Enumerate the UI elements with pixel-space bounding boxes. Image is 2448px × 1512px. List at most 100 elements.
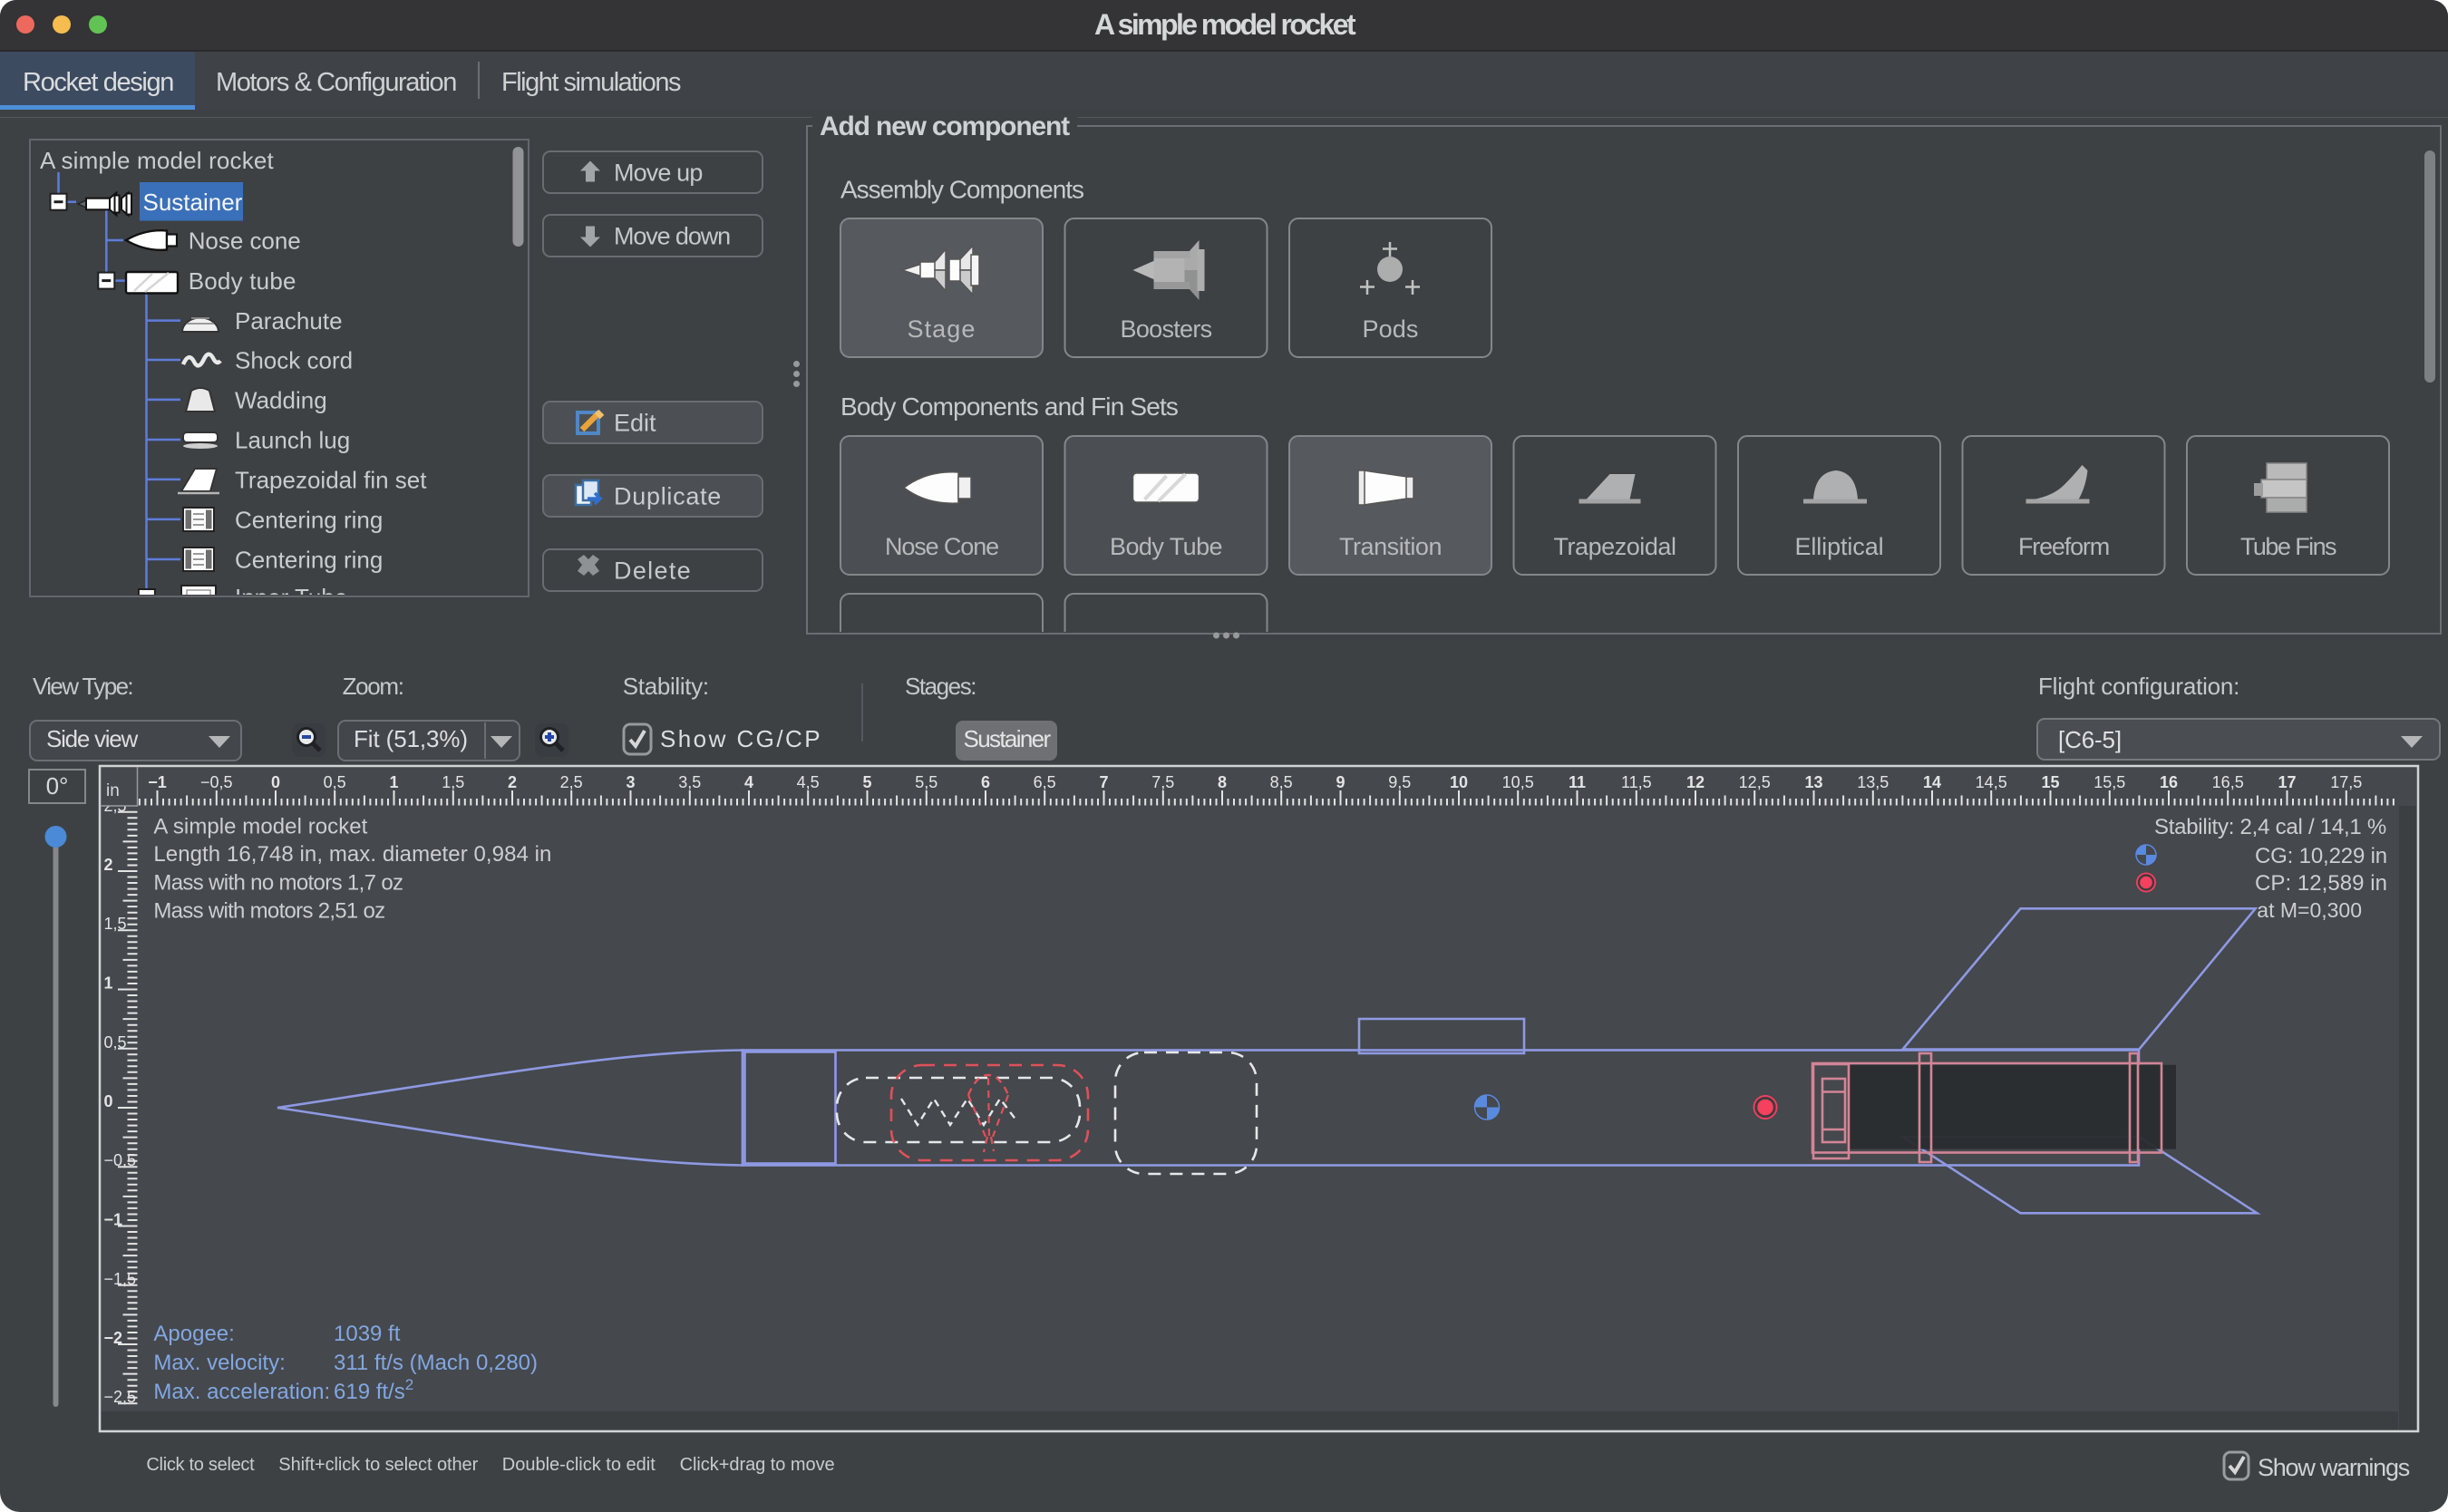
- svg-text:9: 9: [1336, 773, 1345, 791]
- svg-text:3: 3: [626, 773, 635, 791]
- svg-text:6,5: 6,5: [1034, 773, 1056, 791]
- svg-text:10: 10: [1450, 773, 1468, 791]
- svg-text:0: 0: [104, 1092, 113, 1110]
- svg-text:Pods: Pods: [1363, 315, 1419, 343]
- svg-text:0°: 0°: [46, 772, 69, 800]
- svg-text:311 ft/s (Mach 0,280): 311 ft/s (Mach 0,280): [334, 1351, 538, 1375]
- svg-text:Shock cord: Shock cord: [235, 346, 353, 373]
- svg-text:15,5: 15,5: [2093, 773, 2125, 791]
- svg-text:Wadding: Wadding: [235, 386, 327, 413]
- svg-text:Trapezoidal fin set: Trapezoidal fin set: [235, 466, 427, 493]
- svg-text:−1,5: −1,5: [104, 1270, 137, 1288]
- svg-text:14,5: 14,5: [1976, 773, 2007, 791]
- svg-text:6: 6: [981, 773, 990, 791]
- svg-text:10,5: 10,5: [1502, 773, 1534, 791]
- svg-text:Assembly Components: Assembly Components: [840, 176, 1083, 204]
- svg-text:Show CG/CP: Show CG/CP: [660, 725, 822, 752]
- svg-text:1,5: 1,5: [442, 773, 464, 791]
- svg-text:Boosters: Boosters: [1121, 315, 1212, 343]
- svg-text:Sustainer: Sustainer: [964, 725, 1052, 752]
- svg-text:A simple model rocket: A simple model rocket: [40, 147, 275, 174]
- svg-text:−2: −2: [104, 1329, 123, 1347]
- svg-text:Sustainer: Sustainer: [143, 189, 243, 216]
- svg-text:Trapezoidal: Trapezoidal: [1553, 533, 1676, 560]
- svg-text:Nose cone: Nose cone: [189, 228, 301, 255]
- svg-text:CP: 12,589 in: CP: 12,589 in: [2255, 871, 2387, 896]
- svg-text:Tube Fins: Tube Fins: [2240, 533, 2336, 560]
- svg-text:7,5: 7,5: [1151, 773, 1174, 791]
- svg-text:Duplicate: Duplicate: [614, 483, 722, 510]
- svg-text:Flight simulations: Flight simulations: [501, 68, 681, 97]
- svg-text:Delete: Delete: [614, 557, 692, 585]
- svg-text:1: 1: [104, 974, 113, 993]
- svg-text:−0,5: −0,5: [200, 773, 233, 791]
- svg-text:13,5: 13,5: [1857, 773, 1889, 791]
- svg-text:Stage: Stage: [907, 315, 976, 343]
- svg-text:Stability: 2,4 cal / 14,1 %: Stability: 2,4 cal / 14,1 %: [2154, 815, 2386, 839]
- svg-text:Rocket design: Rocket design: [23, 68, 173, 97]
- svg-text:Centering ring: Centering ring: [235, 546, 383, 573]
- svg-text:12,5: 12,5: [1739, 773, 1771, 791]
- svg-text:−1: −1: [104, 1211, 123, 1229]
- svg-text:2,5: 2,5: [560, 773, 583, 791]
- svg-text:at M=0,300: at M=0,300: [2257, 898, 2362, 922]
- svg-text:17,5: 17,5: [2330, 773, 2362, 791]
- svg-text:1,5: 1,5: [104, 915, 127, 933]
- svg-text:Click to select: Click to select: [146, 1455, 255, 1475]
- svg-text:1: 1: [389, 773, 398, 791]
- svg-text:Move down: Move down: [614, 223, 730, 250]
- svg-text:0,5: 0,5: [104, 1033, 127, 1052]
- svg-text:0,5: 0,5: [324, 773, 346, 791]
- svg-text:13: 13: [1804, 773, 1822, 791]
- svg-text:8: 8: [1218, 773, 1227, 791]
- svg-text:Parachute: Parachute: [235, 307, 343, 334]
- svg-text:Fit (51,3%): Fit (51,3%): [354, 725, 468, 752]
- svg-text:Apogee:: Apogee:: [153, 1322, 234, 1346]
- svg-text:−2,5: −2,5: [104, 1388, 137, 1406]
- svg-text:11: 11: [1569, 773, 1586, 791]
- svg-text:17: 17: [2278, 773, 2296, 791]
- svg-text:Max. velocity:: Max. velocity:: [153, 1351, 285, 1375]
- svg-text:Stability:: Stability:: [623, 673, 709, 700]
- svg-text:11,5: 11,5: [1621, 773, 1652, 791]
- svg-text:3,5: 3,5: [678, 773, 701, 791]
- svg-text:Centering ring: Centering ring: [235, 506, 383, 533]
- svg-text:1039 ft: 1039 ft: [334, 1322, 401, 1346]
- svg-text:5: 5: [862, 773, 871, 791]
- svg-text:Nose Cone: Nose Cone: [885, 533, 998, 560]
- svg-text:7: 7: [1099, 773, 1108, 791]
- svg-text:Body Components and Fin Sets: Body Components and Fin Sets: [840, 393, 1178, 421]
- svg-text:Max. acceleration:: Max. acceleration:: [153, 1380, 330, 1404]
- svg-text:0: 0: [271, 773, 280, 791]
- svg-text:5,5: 5,5: [915, 773, 937, 791]
- svg-text:16,5: 16,5: [2212, 773, 2244, 791]
- svg-text:2: 2: [104, 856, 113, 874]
- svg-text:Edit: Edit: [614, 410, 656, 437]
- svg-text:Zoom:: Zoom:: [343, 673, 403, 700]
- svg-text:Shift+click to select other: Shift+click to select other: [278, 1455, 478, 1475]
- svg-text:[C6-5]: [C6-5]: [2058, 726, 2122, 753]
- svg-text:Stages:: Stages:: [905, 673, 976, 700]
- svg-text:CG: 10,229 in: CG: 10,229 in: [2255, 844, 2387, 868]
- svg-text:15: 15: [2041, 773, 2059, 791]
- svg-text:4: 4: [744, 773, 753, 791]
- svg-text:9,5: 9,5: [1388, 773, 1411, 791]
- svg-text:8,5: 8,5: [1270, 773, 1293, 791]
- svg-text:Elliptical: Elliptical: [1794, 533, 1883, 560]
- svg-text:12: 12: [1686, 773, 1705, 791]
- svg-text:Freeform: Freeform: [2018, 533, 2109, 560]
- svg-text:A simple model rocket: A simple model rocket: [153, 815, 367, 839]
- svg-text:Body Tube: Body Tube: [1110, 533, 1222, 560]
- svg-text:4,5: 4,5: [797, 773, 820, 791]
- svg-text:2: 2: [508, 773, 517, 791]
- svg-text:14: 14: [1923, 773, 1941, 791]
- svg-text:−0,5: −0,5: [104, 1151, 137, 1169]
- svg-text:View Type:: View Type:: [33, 673, 132, 700]
- svg-text:Click+drag to move: Click+drag to move: [680, 1455, 835, 1475]
- svg-text:619 ft/s2: 619 ft/s2: [334, 1376, 413, 1404]
- svg-text:Double-click to edit: Double-click to edit: [502, 1455, 656, 1475]
- svg-text:Mass with motors 2,51 oz: Mass with motors 2,51 oz: [153, 899, 384, 924]
- svg-text:Show warnings: Show warnings: [2258, 1454, 2410, 1481]
- svg-text:Launch lug: Launch lug: [235, 426, 350, 453]
- svg-text:Add new component: Add new component: [820, 111, 1070, 141]
